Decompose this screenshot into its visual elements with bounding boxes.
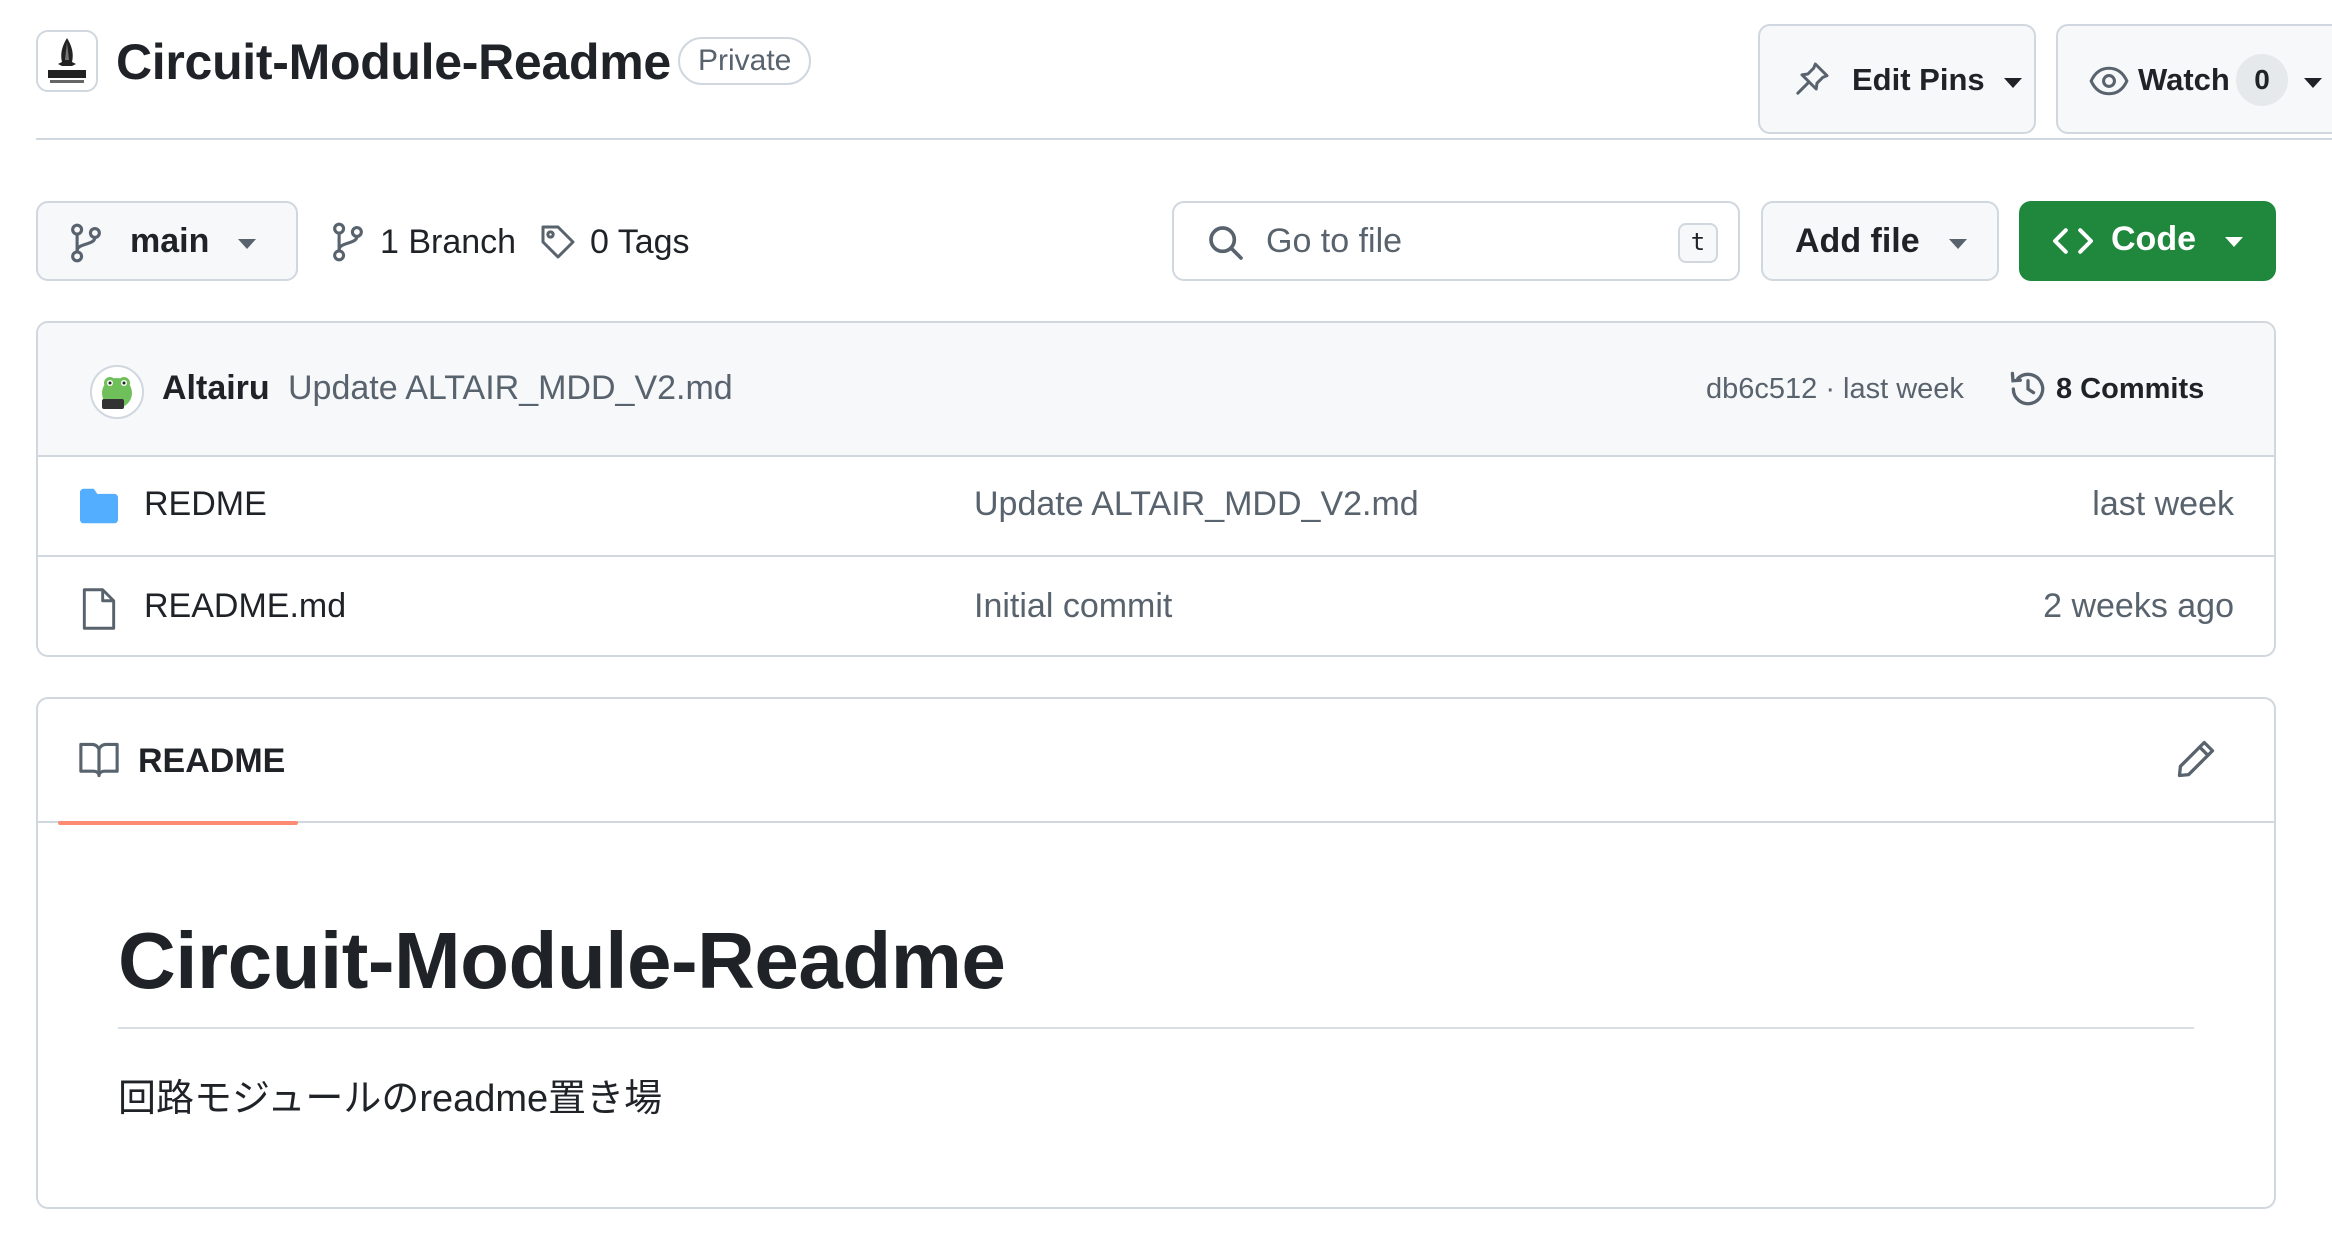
- readme-heading: Circuit-Module-Readme: [118, 916, 1006, 1005]
- go-to-file-search[interactable]: Go to file t: [1172, 201, 1740, 281]
- eye-icon: [2088, 64, 2130, 98]
- branches-link[interactable]: 1 Branch: [330, 218, 516, 266]
- chevron-down-icon: [2304, 78, 2322, 88]
- active-tab-underline: [58, 821, 298, 825]
- commit-sha-time[interactable]: db6c512 · last week: [1706, 373, 1964, 406]
- readme-body-text: 回路モジュールのreadme置き場: [118, 1078, 663, 1120]
- git-branch-icon: [330, 222, 366, 262]
- edit-pins-label: Edit Pins: [1852, 62, 1985, 97]
- pin-icon: [1792, 59, 1832, 99]
- latest-commit-bar: Altairu Update ALTAIR_MDD_V2.md db6c512 …: [38, 323, 2274, 457]
- tag-icon: [538, 222, 578, 262]
- owner-logo-icon: [48, 38, 86, 83]
- repo-title[interactable]: Circuit-Module-Readme: [116, 32, 671, 92]
- edit-readme-button[interactable]: [2174, 737, 2222, 785]
- book-icon: [78, 741, 120, 779]
- visibility-badge: Private: [678, 37, 812, 85]
- code-button[interactable]: Code: [2019, 201, 2276, 281]
- heading-divider: [118, 1027, 2194, 1029]
- tags-link[interactable]: 0 Tags: [538, 218, 690, 266]
- author-avatar[interactable]: [90, 365, 144, 419]
- chevron-down-icon: [1949, 239, 1967, 249]
- watch-label: Watch: [2138, 62, 2230, 97]
- file-row-readme-md[interactable]: README.md Initial commit 2 weeks ago: [38, 559, 2274, 655]
- tab-readme[interactable]: README: [58, 699, 298, 825]
- readme-panel: README Circuit-Module-Readme 回路モジュールのrea…: [36, 697, 2276, 1209]
- file-browser: Altairu Update ALTAIR_MDD_V2.md db6c512 …: [36, 321, 2276, 657]
- tags-count: 0 Tags: [590, 222, 690, 261]
- file-icon: [80, 587, 118, 631]
- header-divider: [36, 138, 2332, 140]
- file-name[interactable]: REDME: [144, 485, 267, 524]
- repo-avatar[interactable]: [36, 30, 98, 92]
- file-row-redme[interactable]: REDME Update ALTAIR_MDD_V2.md last week: [38, 457, 2274, 557]
- add-file-button[interactable]: Add file: [1761, 201, 1999, 281]
- watch-count-badge: 0: [2236, 54, 2288, 106]
- code-label: Code: [2111, 220, 2196, 258]
- add-file-label: Add file: [1795, 222, 1920, 260]
- branch-count: 1 Branch: [380, 222, 517, 261]
- chevron-down-icon: [238, 239, 256, 249]
- readme-tab-bar: README: [38, 699, 2274, 825]
- commits-link[interactable]: 8 Commits: [2056, 373, 2204, 406]
- file-commit-time: 2 weeks ago: [2043, 587, 2234, 625]
- commit-message[interactable]: Update ALTAIR_MDD_V2.md: [288, 369, 733, 408]
- watch-button[interactable]: Watch 0: [2056, 24, 2332, 134]
- history-icon: [2006, 367, 2050, 411]
- file-commit-time: last week: [2092, 485, 2234, 523]
- git-branch-icon: [68, 223, 104, 263]
- branch-selector[interactable]: main: [36, 201, 298, 281]
- chevron-down-icon: [2225, 237, 2243, 247]
- search-input[interactable]: Go to file: [1266, 221, 1402, 261]
- chevron-down-icon: [2004, 78, 2022, 88]
- edit-pins-button[interactable]: Edit Pins: [1758, 24, 2036, 134]
- keyboard-shortcut-hint: t: [1678, 223, 1718, 263]
- code-icon: [2051, 223, 2095, 259]
- file-name[interactable]: README.md: [144, 587, 346, 626]
- branch-name: main: [130, 222, 210, 260]
- search-icon: [1206, 223, 1246, 263]
- folder-icon: [78, 487, 120, 525]
- tab-readme-label: README: [138, 742, 286, 780]
- file-commit-message[interactable]: Initial commit: [974, 587, 1172, 626]
- commit-author[interactable]: Altairu: [162, 369, 270, 408]
- file-commit-message[interactable]: Update ALTAIR_MDD_V2.md: [974, 485, 1419, 524]
